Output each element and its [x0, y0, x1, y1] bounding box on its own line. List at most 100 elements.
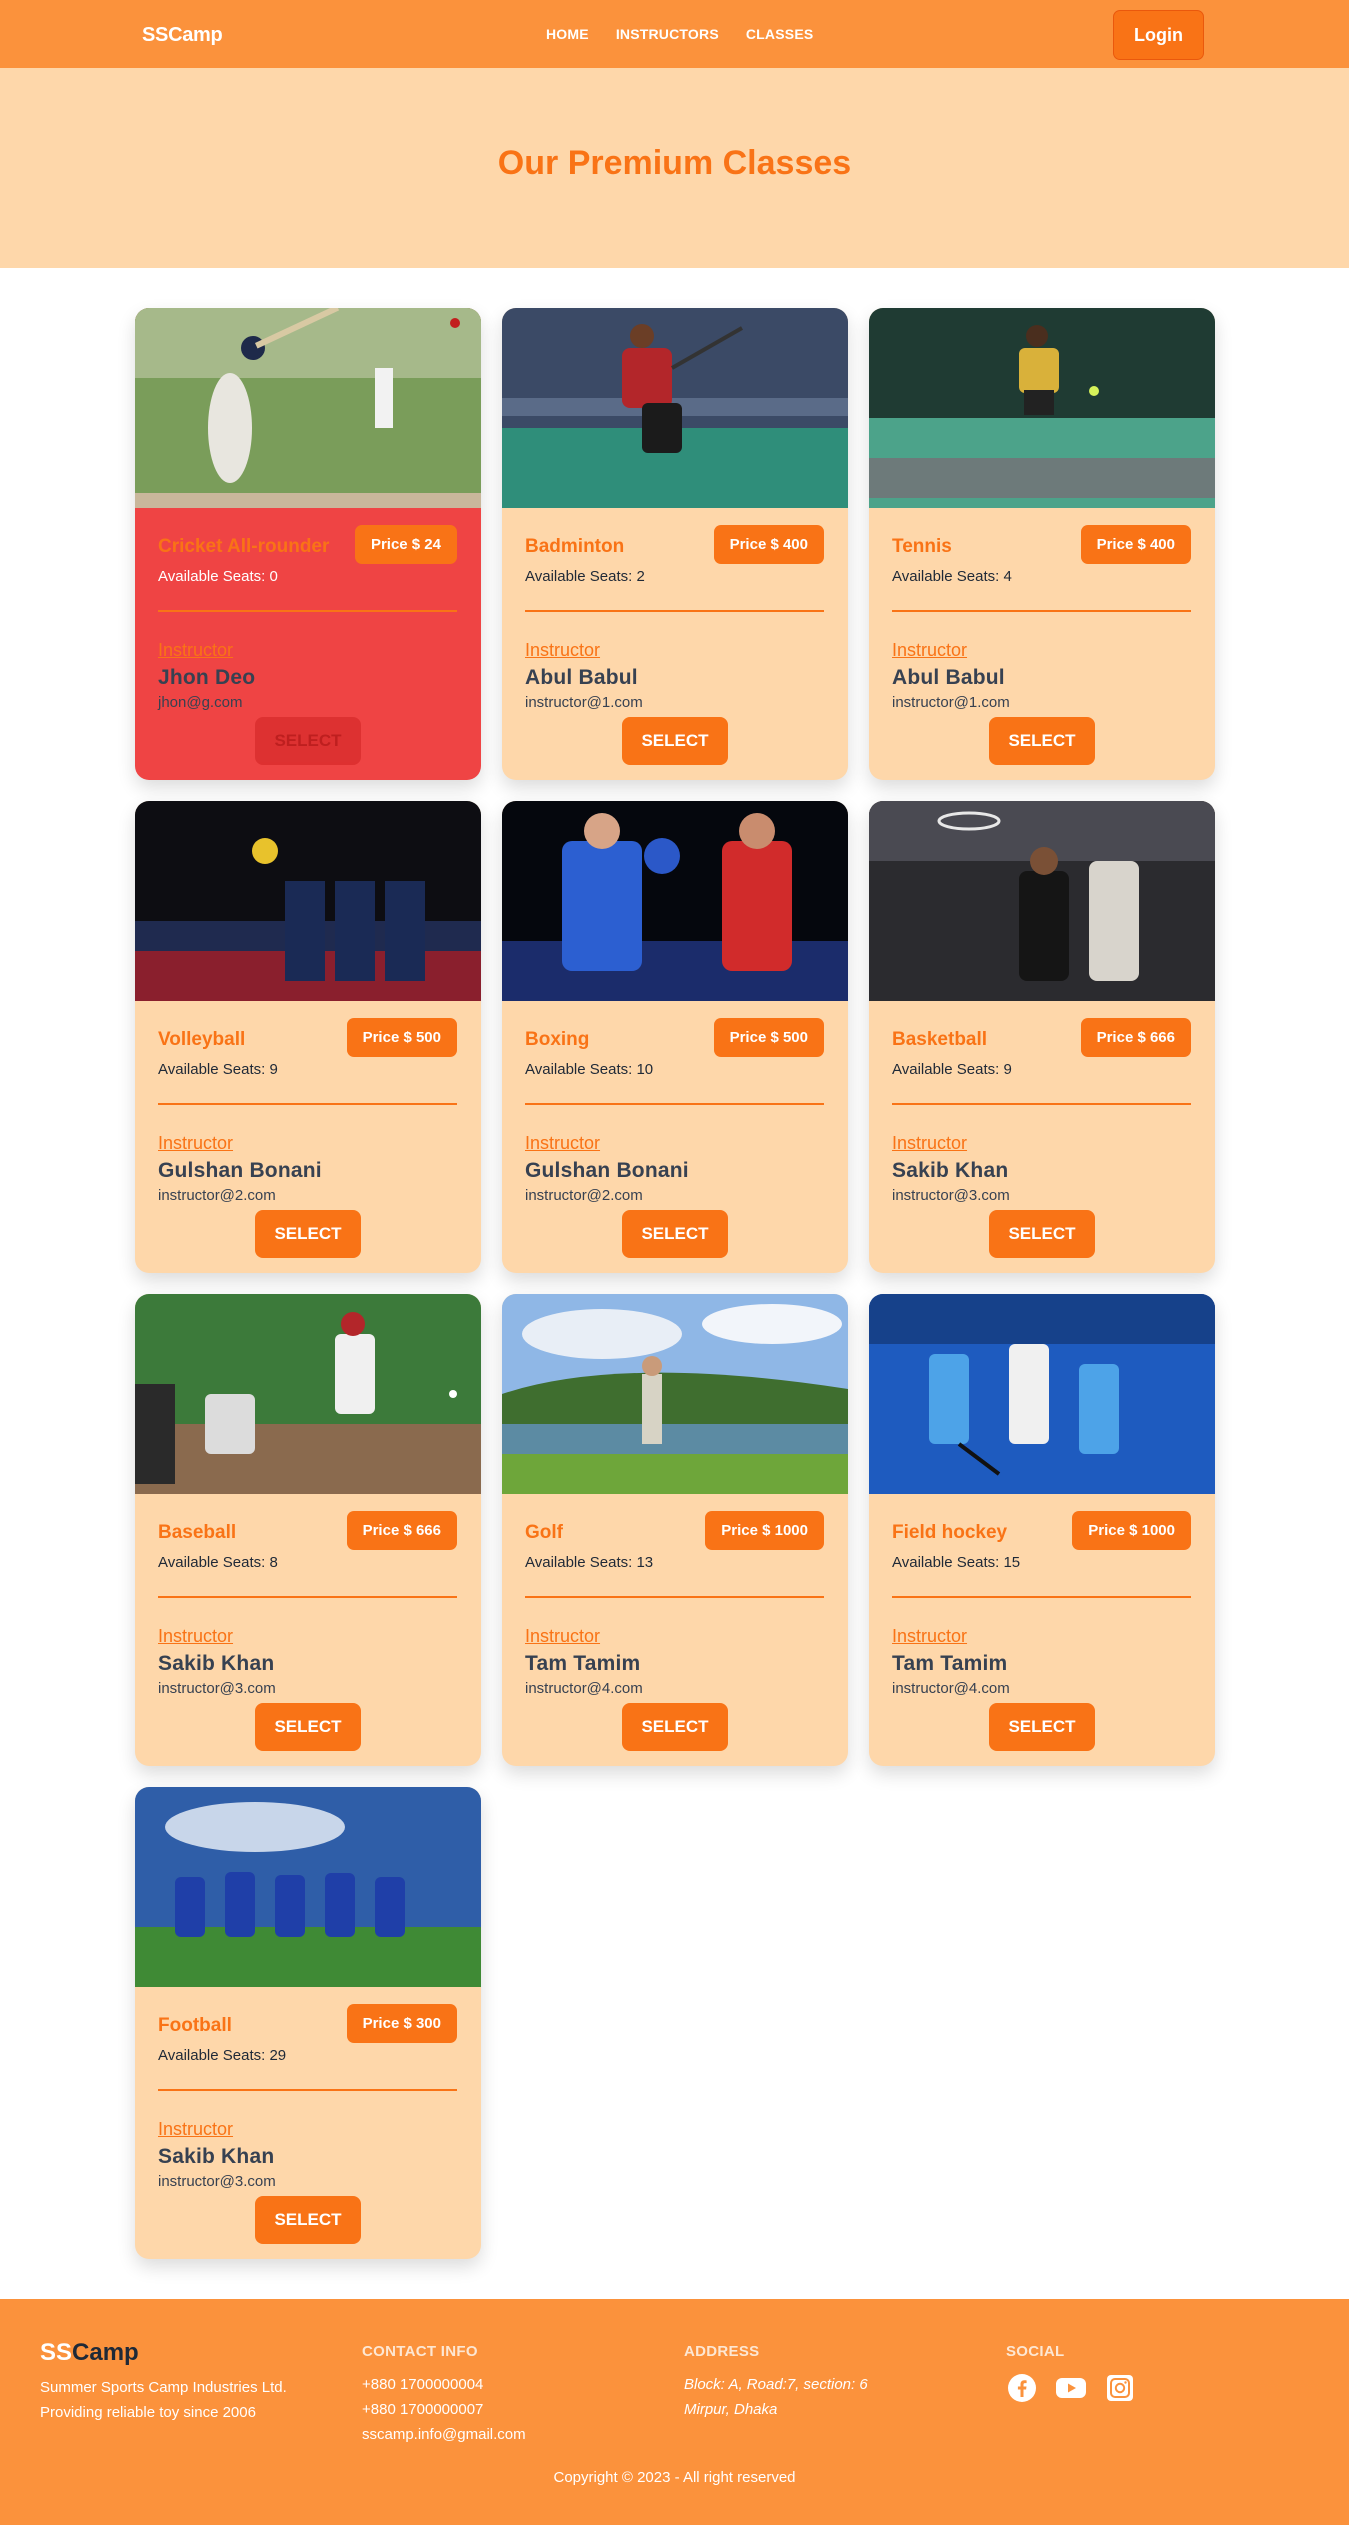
- instructor-label: Instructor: [158, 1626, 234, 1646]
- football-photo: [135, 1787, 481, 1987]
- footer-brand-camp: Camp: [72, 2339, 139, 2366]
- footer: SSCamp Summer Sports Camp Industries Ltd…: [0, 2299, 1349, 2525]
- instructor-name: Jhon Deo: [158, 666, 256, 689]
- copyright: Copyright © 2023 - All right reserved: [553, 2469, 796, 2486]
- class-card: Tennis Price $ 400 Available Seats: 4 In…: [869, 308, 1215, 780]
- instructor-email: instructor@3.com: [892, 1187, 1010, 1204]
- footer-brand-ss: SS: [40, 2339, 73, 2366]
- facebook-icon[interactable]: [1006, 2372, 1038, 2404]
- instructor-name: Gulshan Bonani: [158, 1159, 322, 1182]
- youtube-icon[interactable]: [1055, 2372, 1087, 2404]
- nav-instructors[interactable]: INSTRUCTORS: [616, 26, 719, 42]
- available-seats: Available Seats: 15: [892, 1554, 1021, 1571]
- golf-photo: [502, 1294, 848, 1494]
- instructor-name: Tam Tamim: [892, 1652, 1008, 1675]
- instructor-name: Abul Babul: [525, 666, 638, 689]
- instructor-label: Instructor: [892, 1626, 968, 1646]
- tennis-photo: [869, 308, 1215, 508]
- select-button: SELECT: [255, 717, 361, 765]
- brand-ss: SS: [142, 24, 169, 46]
- instructor-label: Instructor: [158, 1133, 234, 1153]
- available-seats: Available Seats: 8: [158, 1554, 278, 1571]
- footer-tagline-2: Providing reliable toy since 2006: [40, 2404, 256, 2421]
- class-name: Tennis: [892, 536, 952, 557]
- footer-social: SOCIAL: [1006, 2343, 1136, 2404]
- basketball-photo: [869, 801, 1215, 1001]
- class-card: Baseball Price $ 666 Available Seats: 8 …: [135, 1294, 481, 1766]
- select-button[interactable]: SELECT: [989, 717, 1095, 765]
- select-button[interactable]: SELECT: [255, 2196, 361, 2244]
- class-card-body: Volleyball Price $ 500 Available Seats: …: [135, 1001, 481, 1273]
- card-divider: [525, 1596, 824, 1598]
- boxing-photo: [502, 801, 848, 1001]
- nav-links: HOME INSTRUCTORS CLASSES: [546, 26, 813, 42]
- instructor-label: Instructor: [892, 1133, 968, 1153]
- select-button[interactable]: SELECT: [989, 1210, 1095, 1258]
- price-badge: Price $ 1000: [705, 1511, 824, 1550]
- card-divider: [158, 1596, 457, 1598]
- brand-camp: Camp: [168, 24, 223, 46]
- page-title: Our Premium Classes: [497, 143, 852, 182]
- available-seats: Available Seats: 0: [158, 568, 278, 585]
- social-icons: [1006, 2372, 1136, 2404]
- class-grid: Cricket All-rounder Price $ 24 Available…: [135, 308, 1215, 2259]
- available-seats: Available Seats: 13: [525, 1554, 654, 1571]
- instructor-label: Instructor: [525, 1133, 601, 1153]
- instructor-email: jhon@g.com: [158, 694, 243, 711]
- class-card: Volleyball Price $ 500 Available Seats: …: [135, 801, 481, 1273]
- instructor-name: Gulshan Bonani: [525, 1159, 689, 1182]
- brand-logo[interactable]: SSCamp: [142, 24, 223, 47]
- address-line-2: Mirpur, Dhaka: [684, 2401, 778, 2418]
- class-card: Field hockey Price $ 1000 Available Seat…: [869, 1294, 1215, 1766]
- instructor-email: instructor@3.com: [158, 1680, 276, 1697]
- select-button[interactable]: SELECT: [255, 1210, 361, 1258]
- class-card: Boxing Price $ 500 Available Seats: 10 I…: [502, 801, 848, 1273]
- field-hockey-photo: [869, 1294, 1215, 1494]
- nav-classes[interactable]: CLASSES: [746, 26, 814, 42]
- available-seats: Available Seats: 29: [158, 2047, 287, 2064]
- class-name: Cricket All-rounder: [158, 536, 330, 557]
- class-card: Cricket All-rounder Price $ 24 Available…: [135, 308, 481, 780]
- cricket-photo: [135, 308, 481, 508]
- instructor-label: Instructor: [892, 640, 968, 660]
- class-card: Basketball Price $ 666 Available Seats: …: [869, 801, 1215, 1273]
- instructor-email: instructor@4.com: [892, 1680, 1010, 1697]
- price-badge: Price $ 400: [1080, 525, 1191, 564]
- volleyball-photo: [135, 801, 481, 1001]
- badminton-photo: [502, 308, 848, 508]
- class-card-body: Field hockey Price $ 1000 Available Seat…: [869, 1494, 1215, 1766]
- footer-tagline-1: Summer Sports Camp Industries Ltd.: [40, 2379, 287, 2396]
- class-name: Golf: [525, 1522, 563, 1543]
- contact-email[interactable]: sscamp.info@gmail.com: [362, 2422, 526, 2447]
- nav-home[interactable]: HOME: [546, 26, 589, 42]
- instructor-name: Sakib Khan: [158, 2145, 275, 2168]
- baseball-photo: [135, 1294, 481, 1494]
- instructor-name: Tam Tamim: [525, 1652, 641, 1675]
- select-button[interactable]: SELECT: [255, 1703, 361, 1751]
- select-button[interactable]: SELECT: [622, 1703, 728, 1751]
- instagram-icon[interactable]: [1104, 2372, 1136, 2404]
- select-button[interactable]: SELECT: [622, 717, 728, 765]
- instructor-name: Sakib Khan: [892, 1159, 1009, 1182]
- price-badge: Price $ 24: [354, 525, 457, 564]
- card-divider: [525, 610, 824, 612]
- instructor-email: instructor@1.com: [525, 694, 643, 711]
- instructor-label: Instructor: [158, 2119, 234, 2139]
- navbar: SSCamp HOME INSTRUCTORS CLASSES Login: [0, 0, 1349, 68]
- select-button[interactable]: SELECT: [989, 1703, 1095, 1751]
- class-name: Football: [158, 2015, 232, 2036]
- footer-brand: SSCamp: [40, 2339, 139, 2367]
- instructor-email: instructor@2.com: [158, 1187, 276, 1204]
- price-badge: Price $ 500: [346, 1018, 457, 1057]
- login-button[interactable]: Login: [1113, 10, 1204, 60]
- footer-address: ADDRESS Block: A, Road:7, section: 6 Mir…: [684, 2343, 868, 2422]
- class-name: Badminton: [525, 536, 625, 557]
- class-card-body: Tennis Price $ 400 Available Seats: 4 In…: [869, 508, 1215, 780]
- instructor-email: instructor@3.com: [158, 2173, 276, 2190]
- class-card-body: Boxing Price $ 500 Available Seats: 10 I…: [502, 1001, 848, 1273]
- class-card-body: Badminton Price $ 400 Available Seats: 2…: [502, 508, 848, 780]
- address-heading: ADDRESS: [684, 2343, 760, 2360]
- hero-banner: Our Premium Classes: [0, 68, 1349, 268]
- class-name: Boxing: [525, 1029, 590, 1050]
- select-button[interactable]: SELECT: [622, 1210, 728, 1258]
